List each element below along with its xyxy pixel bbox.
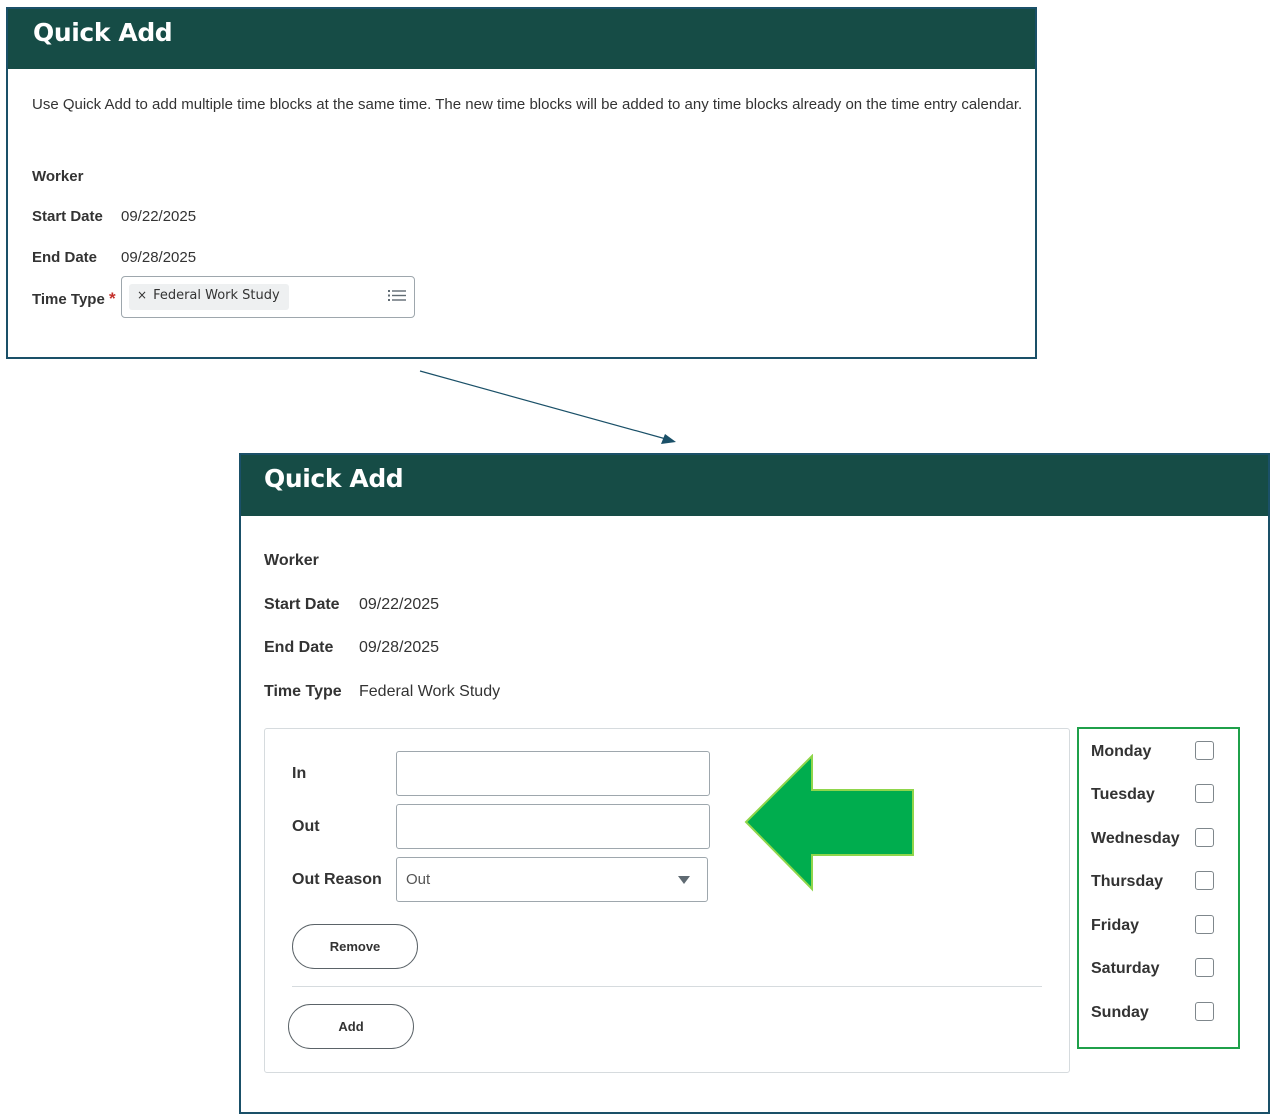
add-button[interactable]: Add: [288, 1004, 414, 1049]
day-label-sunday: Sunday: [1091, 1004, 1149, 1021]
day-checkbox-monday[interactable]: [1195, 741, 1214, 760]
day-label-wednesday: Wednesday: [1091, 830, 1180, 847]
day-checkbox-thursday[interactable]: [1195, 871, 1214, 890]
out-reason-select[interactable]: Out: [396, 857, 708, 902]
out-reason-label: Out Reason: [292, 871, 382, 888]
weekday-selector: Monday Tuesday Wednesday Thursday Friday Satu…: [1077, 727, 1240, 1049]
left-arrow-icon: [744, 754, 914, 892]
day-checkbox-tuesday[interactable]: [1195, 784, 1214, 803]
day-label-monday: Monday: [1091, 743, 1152, 760]
divider: [292, 986, 1042, 987]
chevron-down-icon: [678, 876, 690, 884]
out-reason-value: Out: [406, 871, 431, 888]
in-label: In: [292, 765, 307, 782]
day-label-thursday: Thursday: [1091, 873, 1164, 890]
in-time-input[interactable]: [396, 751, 710, 796]
out-label: Out: [292, 818, 320, 835]
time-type-label: Time Type: [264, 683, 342, 700]
start-date-label: Start Date: [264, 596, 340, 613]
end-date-label: End Date: [264, 639, 334, 656]
worker-label: Worker: [264, 552, 319, 569]
day-checkbox-friday[interactable]: [1195, 915, 1214, 934]
time-block-card: In Out Out Reason Out Remove Add: [264, 728, 1070, 1073]
day-label-tuesday: Tuesday: [1091, 786, 1155, 803]
out-time-input[interactable]: [396, 804, 710, 849]
day-label-friday: Friday: [1091, 917, 1140, 934]
day-checkbox-wednesday[interactable]: [1195, 828, 1214, 847]
start-date-value: 09/22/2025: [359, 596, 440, 613]
day-checkbox-sunday[interactable]: [1195, 1002, 1214, 1021]
day-label-saturday: Saturday: [1091, 960, 1160, 977]
panel-title: Quick Add: [264, 464, 404, 493]
panel-header: Quick Add: [241, 455, 1268, 516]
day-checkbox-saturday[interactable]: [1195, 958, 1214, 977]
remove-button[interactable]: Remove: [292, 924, 418, 969]
end-date-value: 09/28/2025: [359, 639, 440, 656]
time-type-value: Federal Work Study: [359, 683, 501, 700]
